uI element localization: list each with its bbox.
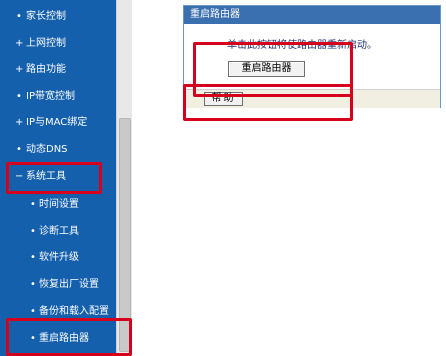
sidebar-item-factory-reset[interactable]: • 恢复出厂设置 — [0, 272, 116, 298]
help-button[interactable]: 帮助 — [204, 92, 243, 106]
sidebar-item-label: 系统工具 — [26, 171, 66, 182]
sidebar-item-access-control[interactable]: + 上网控制 — [0, 31, 116, 57]
scrollbar-thumb[interactable] — [119, 118, 131, 352]
panel-header: 重启路由器 — [184, 6, 440, 24]
panel-title: 重启路由器 — [190, 9, 240, 20]
sidebar-item-label: 软件升级 — [39, 252, 79, 263]
sidebar-item-ip-bandwidth[interactable]: • IP带宽控制 — [0, 84, 116, 110]
bullet-icon: • — [30, 333, 36, 344]
sidebar-item-diagnostics[interactable]: • 诊断工具 — [0, 219, 116, 245]
collapse-icon: − — [15, 171, 24, 182]
sidebar-item-label: 恢复出厂设置 — [39, 279, 99, 290]
sidebar-item-label: 路由功能 — [26, 64, 66, 75]
bullet-icon: • — [16, 11, 22, 22]
sidebar-item-ddns[interactable]: • 动态DNS — [0, 137, 116, 163]
sidebar-item-system-tools[interactable]: − 系统工具 — [0, 164, 116, 190]
reboot-instruction: 单击此按钮将使路由器重新启动。 — [227, 40, 377, 51]
sidebar-item-ip-mac-binding[interactable]: + IP与MAC绑定 — [0, 110, 116, 136]
sidebar-item-parental-control[interactable]: • 家长控制 — [0, 4, 116, 30]
bullet-icon: • — [30, 279, 36, 290]
bullet-icon: • — [30, 252, 36, 263]
sidebar-item-label: 诊断工具 — [39, 226, 79, 237]
expand-icon: + — [15, 117, 24, 128]
sidebar-item-backup-restore[interactable]: • 备份和载入配置 — [0, 299, 116, 325]
sidebar-item-label: 备份和载入配置 — [39, 306, 109, 317]
sidebar-scrollbar[interactable] — [116, 0, 132, 356]
sidebar-nav: • 家长控制 + 上网控制 + 路由功能 • IP带宽控制 + IP与MAC绑定… — [0, 0, 116, 356]
expand-icon: + — [15, 64, 24, 75]
panel-footer: 帮助 — [184, 89, 440, 108]
sidebar-item-label: IP带宽控制 — [26, 91, 75, 102]
bullet-icon: • — [16, 91, 22, 102]
sidebar-item-time-settings[interactable]: • 时间设置 — [0, 192, 116, 218]
sidebar-item-label: 家长控制 — [26, 11, 66, 22]
bullet-icon: • — [16, 144, 22, 155]
sidebar-item-routing[interactable]: + 路由功能 — [0, 57, 116, 83]
sidebar-item-label: IP与MAC绑定 — [26, 117, 88, 128]
sidebar-item-reboot[interactable]: • 重启路由器 — [0, 326, 116, 352]
sidebar-item-label: 上网控制 — [26, 38, 66, 49]
sidebar-item-label: 动态DNS — [26, 144, 68, 155]
bullet-icon: • — [30, 226, 36, 237]
sidebar-item-label: 时间设置 — [39, 199, 79, 210]
sidebar-item-firmware-upgrade[interactable]: • 软件升级 — [0, 245, 116, 271]
reboot-button[interactable]: 重启路由器 — [228, 61, 305, 77]
bullet-icon: • — [30, 306, 36, 317]
sidebar-item-label: 重启路由器 — [39, 333, 89, 344]
reboot-panel: 重启路由器 单击此按钮将使路由器重新启动。 重启路由器 帮助 — [183, 5, 441, 108]
bullet-icon: • — [30, 199, 36, 210]
expand-icon: + — [15, 38, 24, 49]
